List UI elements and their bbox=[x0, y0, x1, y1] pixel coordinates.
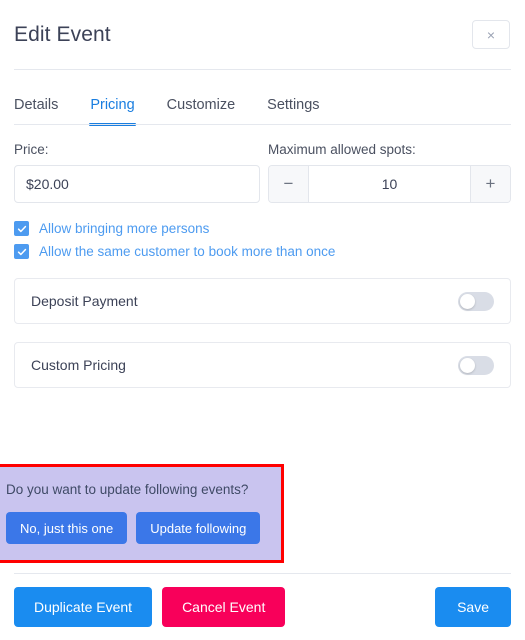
checkbox-allow-more-persons[interactable]: Allow bringing more persons bbox=[14, 220, 511, 237]
checkmark-icon bbox=[14, 221, 29, 236]
pricing-checkbox-group: Allow bringing more persons Allow the sa… bbox=[14, 220, 511, 260]
decrement-button[interactable]: − bbox=[269, 166, 309, 202]
deposit-payment-row: Deposit Payment bbox=[14, 278, 511, 324]
price-label: Price: bbox=[14, 142, 49, 157]
checkbox-label: Allow bringing more persons bbox=[39, 221, 210, 236]
update-prompt-question: Do you want to update following events? bbox=[6, 482, 249, 497]
tab-bar: Details Pricing Customize Settings bbox=[0, 70, 525, 126]
save-button[interactable]: Save bbox=[435, 587, 511, 627]
price-input[interactable] bbox=[14, 165, 260, 203]
tab-details[interactable]: Details bbox=[14, 97, 58, 126]
price-and-spots-row: Price: Maximum allowed spots: − 10 + bbox=[14, 142, 511, 203]
toggle-knob bbox=[460, 293, 475, 309]
pricing-panel: Price: Maximum allowed spots: − 10 + bbox=[0, 126, 525, 573]
increment-button[interactable]: + bbox=[470, 166, 510, 202]
tab-customize[interactable]: Customize bbox=[167, 97, 236, 126]
custom-pricing-row: Custom Pricing bbox=[14, 342, 511, 388]
spots-field-group: Maximum allowed spots: − 10 + bbox=[268, 142, 511, 203]
tab-settings[interactable]: Settings bbox=[267, 97, 319, 126]
edit-event-modal: Edit Event × Details Pricing Customize S… bbox=[0, 0, 525, 640]
close-icon: × bbox=[486, 26, 496, 43]
update-prompt-actions: No, just this one Update following bbox=[6, 512, 267, 544]
checkmark-icon bbox=[14, 244, 29, 259]
price-field-group: Price: bbox=[14, 142, 260, 203]
checkbox-allow-repeat-booking[interactable]: Allow the same customer to book more tha… bbox=[14, 243, 511, 260]
deposit-payment-label: Deposit Payment bbox=[31, 293, 138, 309]
quantity-stepper: − 10 + bbox=[268, 165, 511, 203]
update-following-button[interactable]: Update following bbox=[136, 512, 261, 544]
tab-pricing[interactable]: Pricing bbox=[89, 97, 136, 126]
cancel-event-button[interactable]: Cancel Event bbox=[162, 587, 286, 627]
spots-value[interactable]: 10 bbox=[309, 166, 470, 202]
close-button[interactable]: × bbox=[472, 20, 510, 49]
custom-pricing-label: Custom Pricing bbox=[31, 357, 126, 373]
page-title: Edit Event bbox=[14, 23, 111, 46]
checkbox-label: Allow the same customer to book more tha… bbox=[39, 244, 336, 259]
just-this-one-button[interactable]: No, just this one bbox=[6, 512, 128, 544]
modal-header: Edit Event × bbox=[0, 0, 525, 62]
toggle-knob bbox=[460, 357, 475, 373]
custom-pricing-toggle[interactable] bbox=[458, 355, 494, 375]
modal-footer: Duplicate Event Cancel Event Save bbox=[0, 574, 525, 640]
duplicate-event-button[interactable]: Duplicate Event bbox=[14, 587, 153, 627]
update-following-events-prompt: Do you want to update following events? … bbox=[0, 464, 284, 563]
deposit-payment-toggle[interactable] bbox=[458, 291, 494, 311]
tab-bar-underline bbox=[14, 124, 511, 125]
spots-label: Maximum allowed spots: bbox=[268, 142, 416, 157]
